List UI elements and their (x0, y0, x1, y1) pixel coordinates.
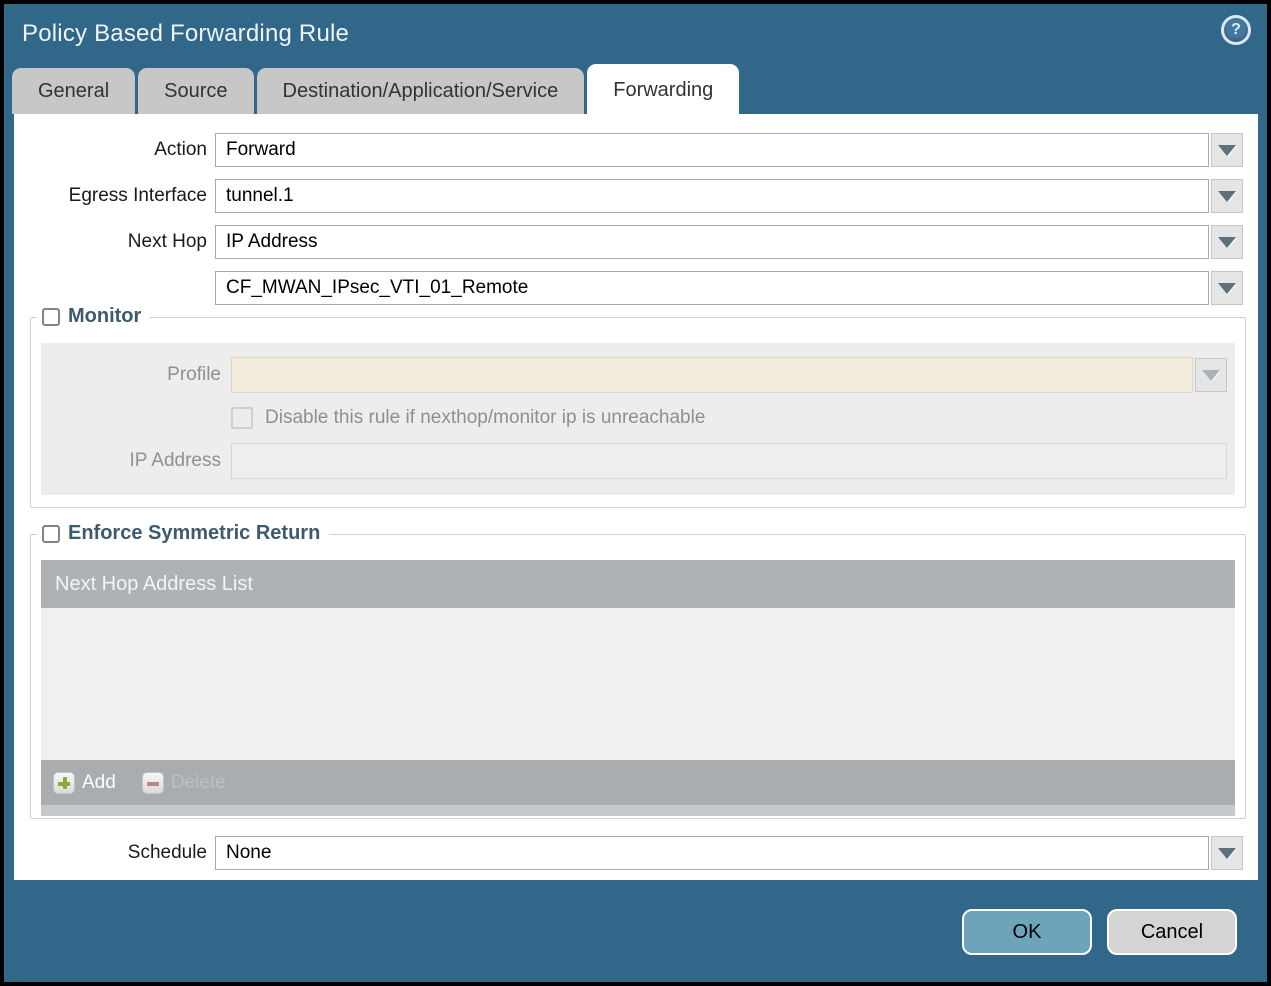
next-hop-row: Next Hop IP Address (14, 225, 1243, 259)
monitor-checkbox[interactable] (42, 307, 60, 326)
tab-strip: General Source Destination/Application/S… (4, 64, 1267, 114)
schedule-row: Schedule None (14, 836, 1243, 870)
monitor-disabled-panel: Profile Disable this rule if nexthop/mon… (41, 343, 1235, 495)
minus-icon (141, 771, 164, 794)
dialog-chrome: Policy Based Forwarding Rule ? General S… (4, 4, 1267, 982)
chevron-down-icon (1218, 144, 1236, 156)
monitor-ip-address-row: IP Address (41, 443, 1227, 479)
schedule-select[interactable]: None (215, 836, 1209, 870)
add-button-label: Add (82, 771, 116, 793)
next-hop-dropdown-button[interactable] (1211, 225, 1243, 259)
plus-icon (53, 771, 75, 794)
tab-destination-application-service[interactable]: Destination/Application/Service (256, 68, 585, 114)
schedule-dropdown-button[interactable] (1211, 836, 1243, 870)
chevron-down-icon (1218, 190, 1236, 202)
add-button[interactable]: Add (53, 771, 116, 794)
enforce-symmetric-return-section: Enforce Symmetric Return Next Hop Addres… (30, 522, 1246, 819)
egress-interface-select[interactable]: tunnel.1 (215, 179, 1209, 213)
table-footer-toolbar: Add Delete (41, 760, 1235, 805)
tab-content-forwarding: Action Forward Egress Interface tunnel.1… (14, 114, 1258, 880)
chevron-down-icon (1218, 236, 1236, 248)
dialog-window: Policy Based Forwarding Rule ? General S… (0, 0, 1271, 986)
schedule-label: Schedule (127, 842, 207, 863)
ok-button[interactable]: OK (962, 909, 1092, 955)
help-icon[interactable]: ? (1221, 15, 1251, 45)
monitor-legend: Monitor (37, 305, 151, 328)
title-bar: Policy Based Forwarding Rule ? (4, 4, 1267, 64)
next-hop-address-list-body[interactable] (41, 608, 1235, 760)
tab-source[interactable]: Source (138, 68, 254, 114)
profile-row: Profile (41, 357, 1227, 393)
monitor-section: Monitor Profile Disable this rule if nex… (30, 305, 1246, 508)
next-hop-label: Next Hop (127, 231, 207, 252)
dialog-footer: OK Cancel (4, 882, 1267, 982)
disable-rule-checkbox[interactable] (231, 407, 253, 429)
profile-select[interactable] (231, 357, 1193, 393)
profile-dropdown-button (1195, 358, 1227, 392)
chevron-down-icon (1218, 847, 1236, 859)
egress-interface-dropdown-button[interactable] (1211, 179, 1243, 213)
table-bottom-strip (41, 805, 1235, 816)
disable-rule-row: Disable this rule if nexthop/monitor ip … (41, 407, 1227, 429)
profile-label: Profile (167, 364, 221, 385)
delete-button-label: Delete (170, 771, 226, 793)
chevron-down-icon (1218, 282, 1236, 294)
monitor-ip-address-input[interactable] (231, 443, 1227, 479)
action-select[interactable]: Forward (215, 133, 1209, 167)
monitor-legend-label: Monitor (68, 305, 142, 327)
cancel-button[interactable]: Cancel (1107, 909, 1237, 955)
next-hop-address-list-table: Next Hop Address List Add Delete (41, 560, 1235, 816)
table-header-next-hop-address-list: Next Hop Address List (41, 560, 1235, 608)
enforce-symmetric-return-legend-label: Enforce Symmetric Return (68, 522, 321, 544)
next-hop-address-dropdown-button[interactable] (1211, 271, 1243, 305)
tab-general[interactable]: General (12, 68, 136, 114)
disable-rule-label: Disable this rule if nexthop/monitor ip … (265, 407, 706, 428)
enforce-symmetric-return-checkbox[interactable] (42, 524, 60, 543)
action-row: Action Forward (14, 133, 1243, 167)
delete-button[interactable]: Delete (141, 771, 226, 794)
enforce-symmetric-return-legend: Enforce Symmetric Return (37, 522, 330, 545)
egress-interface-label: Egress Interface (68, 185, 207, 206)
dialog-title: Policy Based Forwarding Rule (22, 20, 350, 47)
tab-forwarding[interactable]: Forwarding (587, 64, 740, 114)
next-hop-address-select[interactable]: CF_MWAN_IPsec_VTI_01_Remote (215, 271, 1209, 305)
egress-interface-row: Egress Interface tunnel.1 (14, 179, 1243, 213)
action-dropdown-button[interactable] (1211, 133, 1243, 167)
chevron-down-icon (1202, 369, 1220, 381)
next-hop-type-select[interactable]: IP Address (215, 225, 1209, 259)
next-hop-address-row: CF_MWAN_IPsec_VTI_01_Remote (14, 271, 1243, 305)
monitor-ip-address-label: IP Address (129, 450, 221, 471)
action-label: Action (154, 139, 207, 160)
